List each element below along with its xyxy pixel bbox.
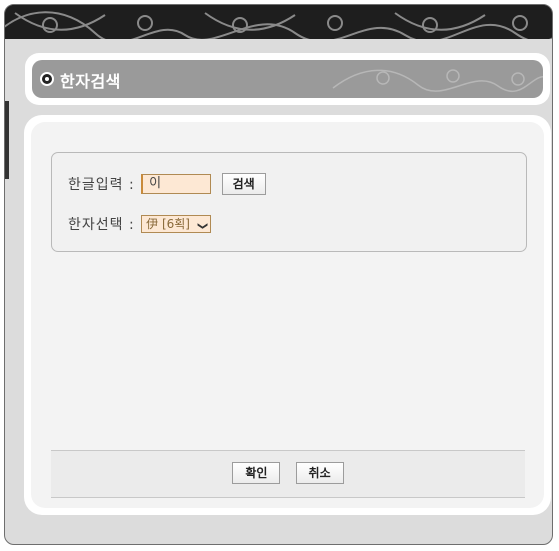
hanja-label: 한자선택 :	[68, 217, 135, 233]
hangul-row: 한글입력 : 이 검색	[68, 173, 266, 195]
hanja-select[interactable]: 伊 [6획] ❯	[141, 215, 212, 233]
floral-ornament	[5, 5, 552, 47]
search-form: 한글입력 : 이 검색 한자선택 : 伊 [6획] ❯	[51, 152, 527, 252]
hanja-selected-value: 伊 [6획]	[146, 217, 190, 231]
hangul-input[interactable]: 이	[141, 174, 212, 194]
content-panel: 한글입력 : 이 검색 한자선택 : 伊 [6획] ❯ 확인 취소	[24, 115, 551, 515]
chevron-down-icon: ❯	[197, 221, 209, 231]
hanja-row: 한자선택 : 伊 [6획] ❯	[68, 214, 212, 234]
button-bar: 확인 취소	[51, 450, 525, 498]
content-inner: 한글입력 : 이 검색 한자선택 : 伊 [6획] ❯ 확인 취소	[31, 122, 544, 508]
button-group: 확인 취소	[51, 462, 525, 484]
title-ornament	[332, 69, 543, 93]
title-bar: 한자검색	[32, 60, 543, 98]
search-button[interactable]: 검색	[221, 173, 266, 195]
hangul-label: 한글입력 :	[68, 177, 135, 193]
header-banner	[5, 5, 552, 47]
dialog-window: 한자검색 한글입력 : 이 검색 한자선택 : 伊 [6획] ❯ 확인 취소	[4, 4, 553, 545]
left-accent	[5, 101, 9, 179]
title-bullet-icon	[40, 72, 54, 86]
title-panel: 한자검색	[25, 53, 550, 105]
ok-button[interactable]: 확인	[232, 462, 281, 484]
cancel-button[interactable]: 취소	[295, 462, 344, 484]
dialog-title: 한자검색	[60, 72, 121, 91]
